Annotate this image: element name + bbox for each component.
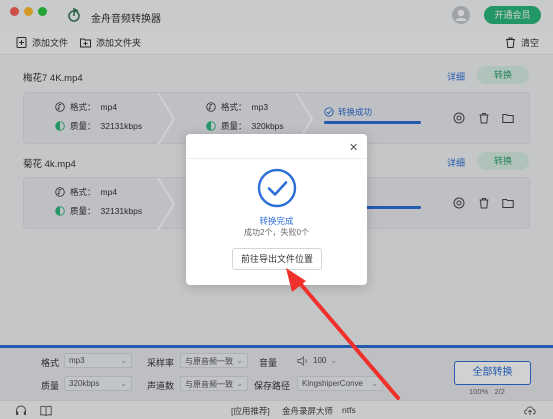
annotation-arrow-icon <box>286 268 400 400</box>
